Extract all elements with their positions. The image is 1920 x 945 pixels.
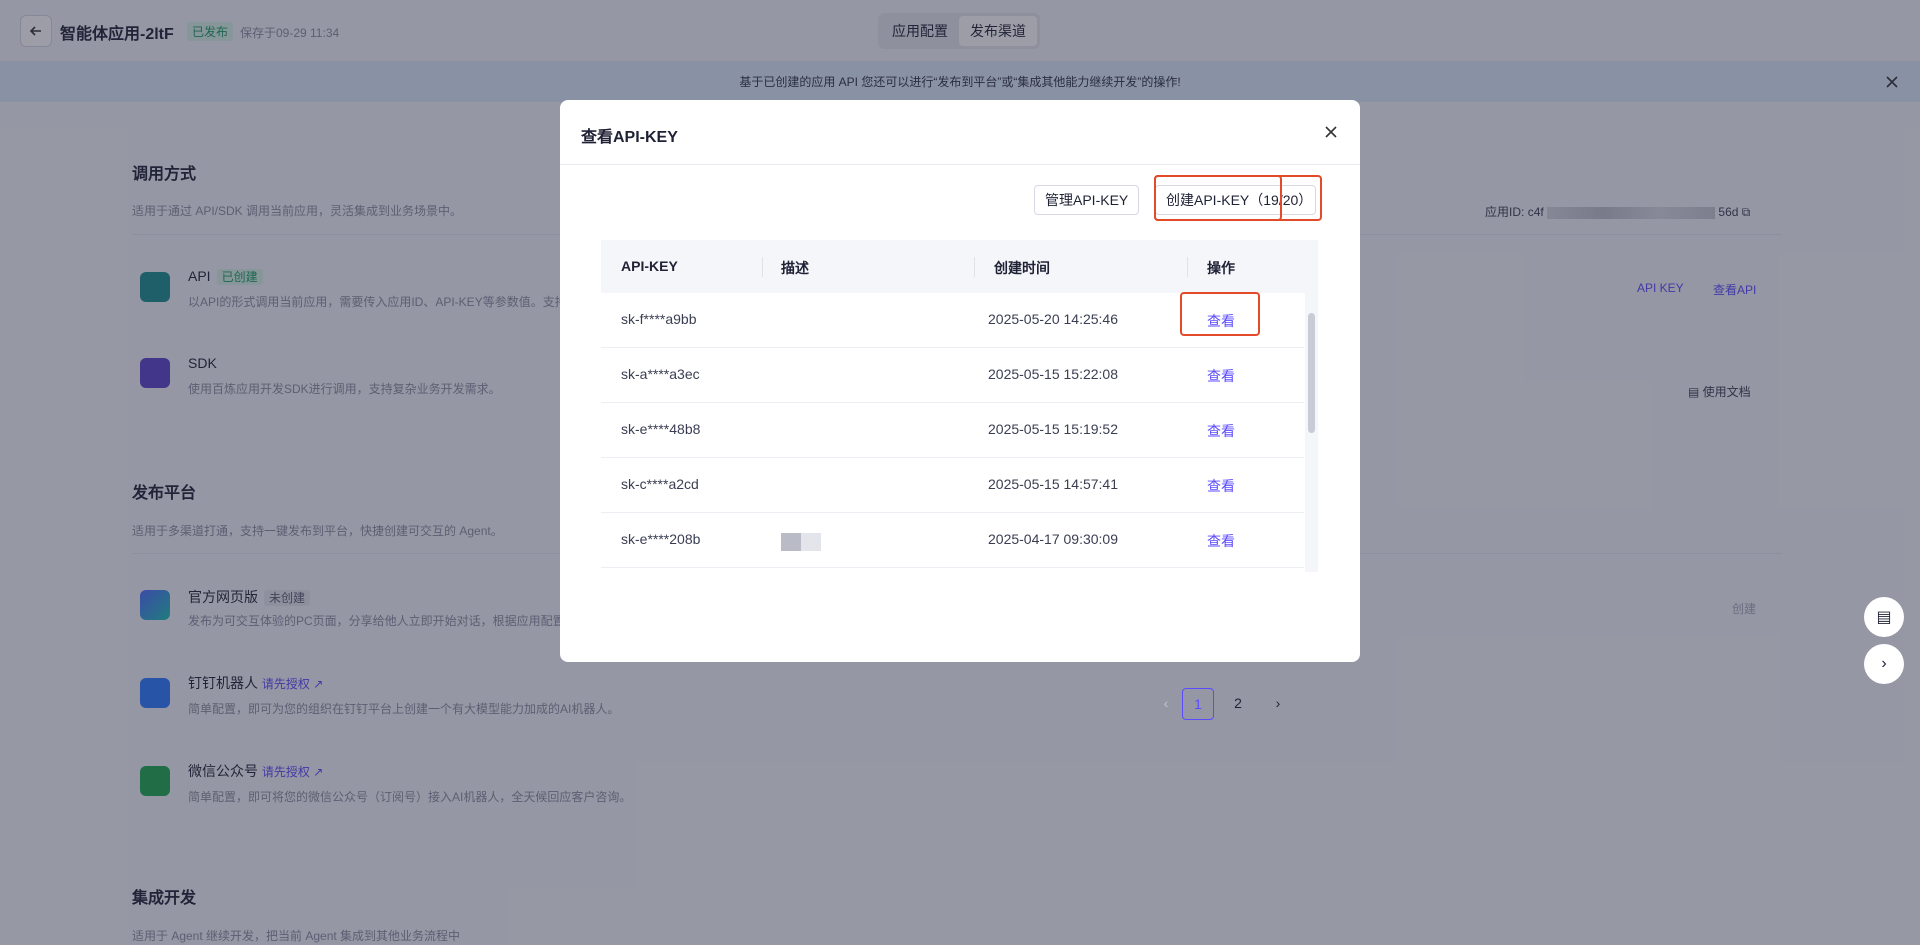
chevron-right-icon: › [1881, 655, 1887, 672]
prev-page-button[interactable]: ‹ [1150, 688, 1182, 720]
modal-header: 查看API-KEY [560, 100, 1360, 165]
api-key-cell: sk-e****48b8 [621, 421, 701, 437]
api-key-cell: sk-c****a2cd [621, 476, 699, 492]
col-api-key: API-KEY [621, 258, 678, 274]
created-cell: 2025-04-17 09:30:09 [988, 531, 1118, 547]
next-page-button[interactable]: › [1262, 688, 1294, 720]
close-icon[interactable] [1322, 123, 1340, 141]
masked-description [781, 533, 821, 551]
api-key-cell: sk-e****208b [621, 531, 701, 547]
table-header: API-KEY 描述 创建时间 操作 [601, 240, 1318, 293]
api-key-cell: sk-a****a3ec [621, 366, 700, 382]
modal-title: 查看API-KEY [581, 129, 678, 146]
page-2-button[interactable]: 2 [1222, 688, 1254, 720]
col-separator [1187, 257, 1188, 277]
view-button[interactable]: 查看 [1207, 476, 1235, 496]
highlight-box [1154, 175, 1322, 221]
api-key-cell: sk-f****a9bb [621, 311, 697, 327]
created-cell: 2025-05-15 14:57:41 [988, 476, 1118, 492]
api-key-modal: 查看API-KEY 管理API-KEY 创建API-KEY（19/20） API… [560, 100, 1360, 720]
col-separator [974, 257, 975, 277]
table-row: sk-c****a2cd 2025-05-15 14:57:41 查看 [601, 458, 1304, 513]
table-row: sk-e****48b8 2025-05-15 15:19:52 查看 [601, 403, 1304, 458]
created-cell: 2025-05-15 15:22:08 [988, 366, 1118, 382]
view-button[interactable]: 查看 [1207, 421, 1235, 441]
col-created: 创建时间 [994, 260, 1050, 276]
highlight-box [1180, 292, 1260, 336]
view-button[interactable]: 查看 [1207, 531, 1235, 551]
table-row: sk-a****a3ec 2025-05-15 15:22:08 查看 [601, 348, 1304, 403]
col-desc: 描述 [781, 260, 809, 276]
document-icon: ▤ [1876, 609, 1892, 626]
created-cell: 2025-05-15 15:19:52 [988, 421, 1118, 437]
scrollbar-thumb[interactable] [1308, 313, 1315, 433]
view-button[interactable]: 查看 [1207, 366, 1235, 386]
manage-api-key-button[interactable]: 管理API-KEY [1034, 185, 1140, 215]
side-doc-button[interactable]: ▤ [1864, 597, 1904, 637]
col-action: 操作 [1207, 260, 1235, 276]
table-scrollbar[interactable] [1305, 293, 1318, 572]
page-1-button[interactable]: 1 [1182, 688, 1214, 720]
table-row: sk-e****208b 2025-04-17 09:30:09 查看 [601, 513, 1304, 568]
created-cell: 2025-05-20 14:25:46 [988, 311, 1118, 327]
side-expand-button[interactable]: › [1864, 644, 1904, 684]
col-separator [762, 257, 763, 277]
api-key-table: API-KEY 描述 创建时间 操作 sk-f****a9bb 2025-05-… [601, 240, 1318, 572]
